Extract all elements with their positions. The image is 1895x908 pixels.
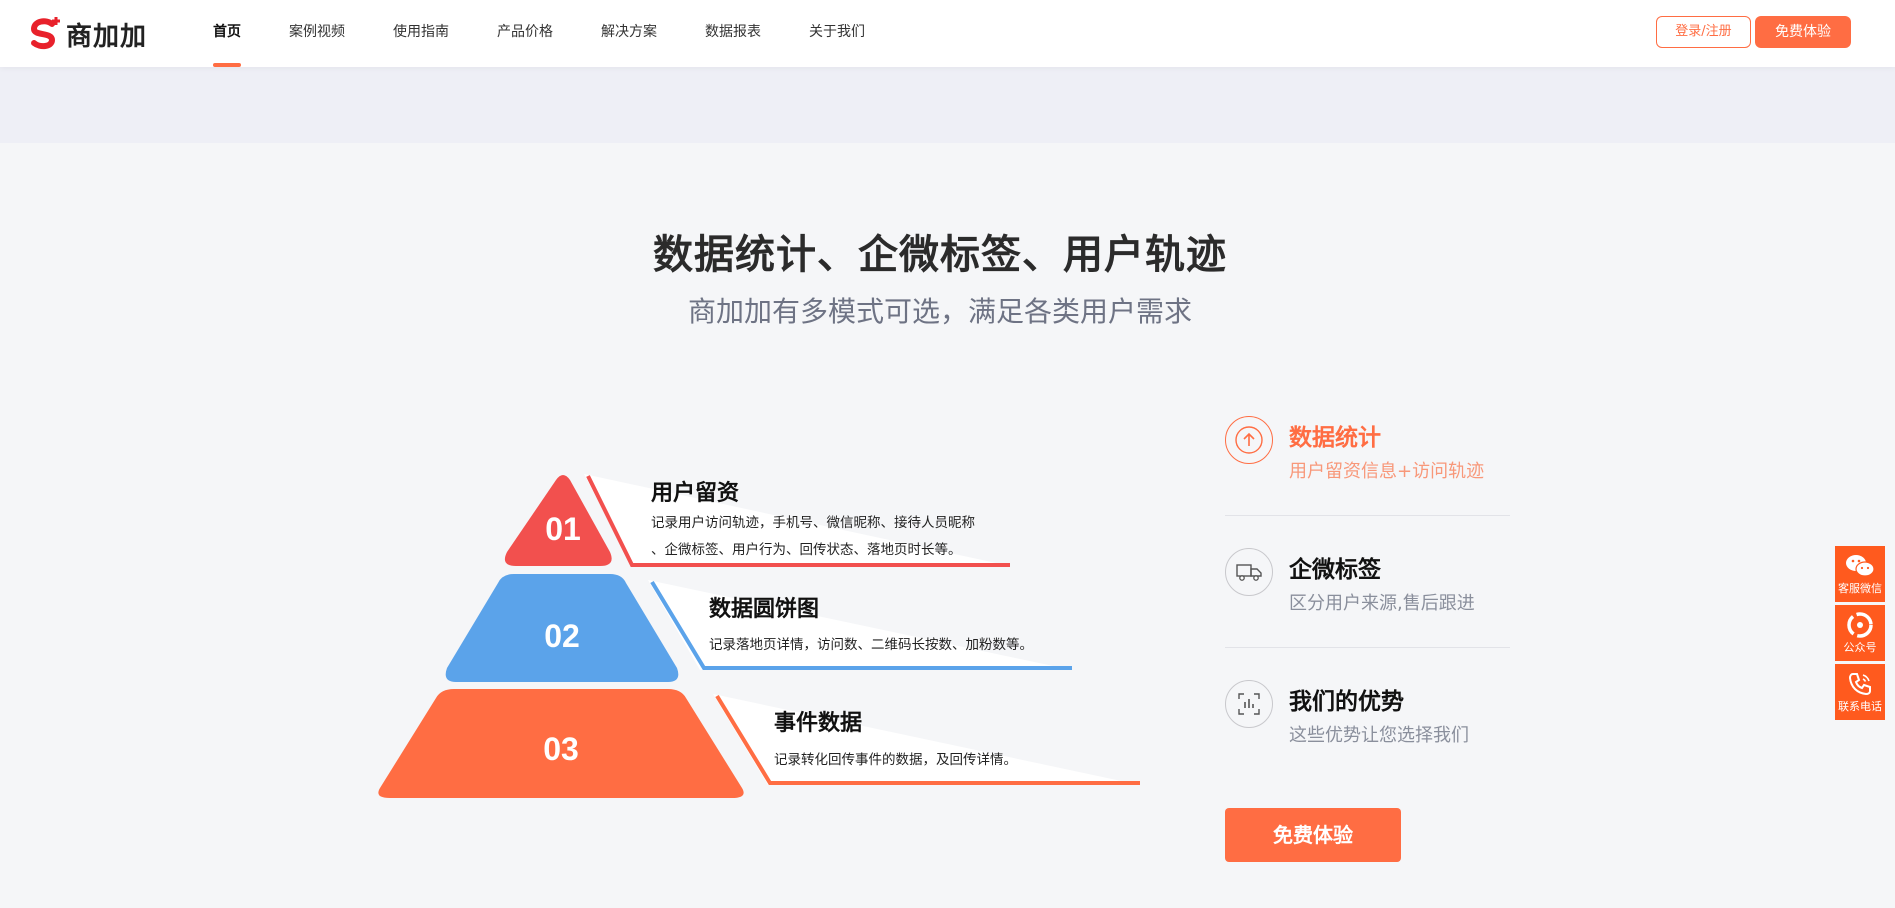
logo-icon xyxy=(30,17,60,50)
feature-divider xyxy=(1225,647,1510,648)
login-register-button[interactable]: 登录/注册 xyxy=(1656,16,1751,48)
pyramid-desc-2: 记录落地页详情，访问数、二维码长按数、加粉数等。 xyxy=(709,637,1033,653)
top-header: 商加加 首页 案例视频 使用指南 产品价格 解决方案 数据报表 关于我们 登录/… xyxy=(0,0,1895,67)
section-title: 数据统计、企微标签、用户轨迹 xyxy=(653,232,1227,278)
nav-item-case-videos[interactable]: 案例视频 xyxy=(289,0,345,67)
pyramid-title-1: 用户留资 xyxy=(651,481,740,506)
sidebar-item-label: 公众号 xyxy=(1843,641,1877,654)
nav-active-indicator xyxy=(213,63,241,67)
nav-item-home[interactable]: 首页 xyxy=(213,0,241,67)
sidebar-item-wechat[interactable]: 客服微信 xyxy=(1835,546,1885,602)
free-trial-cta-button[interactable]: 免费体验 xyxy=(1225,808,1401,862)
feature-title: 数据统计 xyxy=(1289,425,1381,451)
pyramid-num-01: 01 xyxy=(545,511,581,547)
main-nav: 首页 案例视频 使用指南 产品价格 解决方案 数据报表 关于我们 xyxy=(213,0,913,67)
feature-item-advantages[interactable]: 我们的优势 这些优势让您选择我们 xyxy=(1225,680,1510,750)
pyramid-num-02: 02 xyxy=(544,618,580,654)
banner-strip xyxy=(0,67,1895,143)
logo-text: 商加加 xyxy=(66,21,148,52)
phone-icon xyxy=(1848,673,1871,696)
sidebar-item-label: 联系电话 xyxy=(1838,700,1882,713)
chart-icon xyxy=(1225,680,1273,728)
pyramid-desc-3: 记录转化回传事件的数据，及回传详情。 xyxy=(774,752,1017,768)
truck-icon xyxy=(1225,548,1273,596)
nav-item-reports[interactable]: 数据报表 xyxy=(705,0,761,67)
feature-item-wecom-tags[interactable]: 企微标签 区分用户来源,售后跟进 xyxy=(1225,548,1510,618)
nav-item-solutions[interactable]: 解决方案 xyxy=(601,0,657,67)
nav-item-label: 首页 xyxy=(213,24,241,40)
feature-divider xyxy=(1225,515,1510,516)
sidebar-item-phone[interactable]: 联系电话 xyxy=(1835,664,1885,720)
wechat-icon xyxy=(1846,555,1875,577)
free-trial-button[interactable]: 免费体验 xyxy=(1755,16,1851,48)
official-account-icon xyxy=(1847,612,1873,638)
nav-item-pricing[interactable]: 产品价格 xyxy=(497,0,553,67)
upload-icon xyxy=(1225,416,1273,464)
feature-subtitle: 区分用户来源,售后跟进 xyxy=(1289,593,1475,614)
pyramid-num-03: 03 xyxy=(543,731,579,767)
pyramid-title-2: 数据圆饼图 xyxy=(709,597,820,622)
feature-item-data-stats[interactable]: 数据统计 用户留资信息+访问轨迹 xyxy=(1225,416,1510,486)
sidebar-item-official-account[interactable]: 公众号 xyxy=(1835,605,1885,661)
feature-subtitle: 用户留资信息+访问轨迹 xyxy=(1289,461,1485,482)
feature-title: 企微标签 xyxy=(1289,557,1381,583)
nav-item-about[interactable]: 关于我们 xyxy=(809,0,865,67)
pyramid-title-3: 事件数据 xyxy=(774,711,863,736)
logo[interactable]: 商加加 xyxy=(28,14,147,54)
section-subtitle: 商加加有多模式可选，满足各类用户需求 xyxy=(687,295,1192,328)
pyramid-desc-1b: 、企微标签、用户行为、回传状态、落地页时长等。 xyxy=(651,542,962,558)
feature-subtitle: 这些优势让您选择我们 xyxy=(1289,725,1469,746)
pyramid-desc-1a: 记录用户访问轨迹，手机号、微信昵称、接待人员昵称 xyxy=(651,515,975,531)
nav-item-guide[interactable]: 使用指南 xyxy=(393,0,449,67)
sidebar-item-label: 客服微信 xyxy=(1838,582,1882,595)
feature-title: 我们的优势 xyxy=(1289,689,1404,715)
